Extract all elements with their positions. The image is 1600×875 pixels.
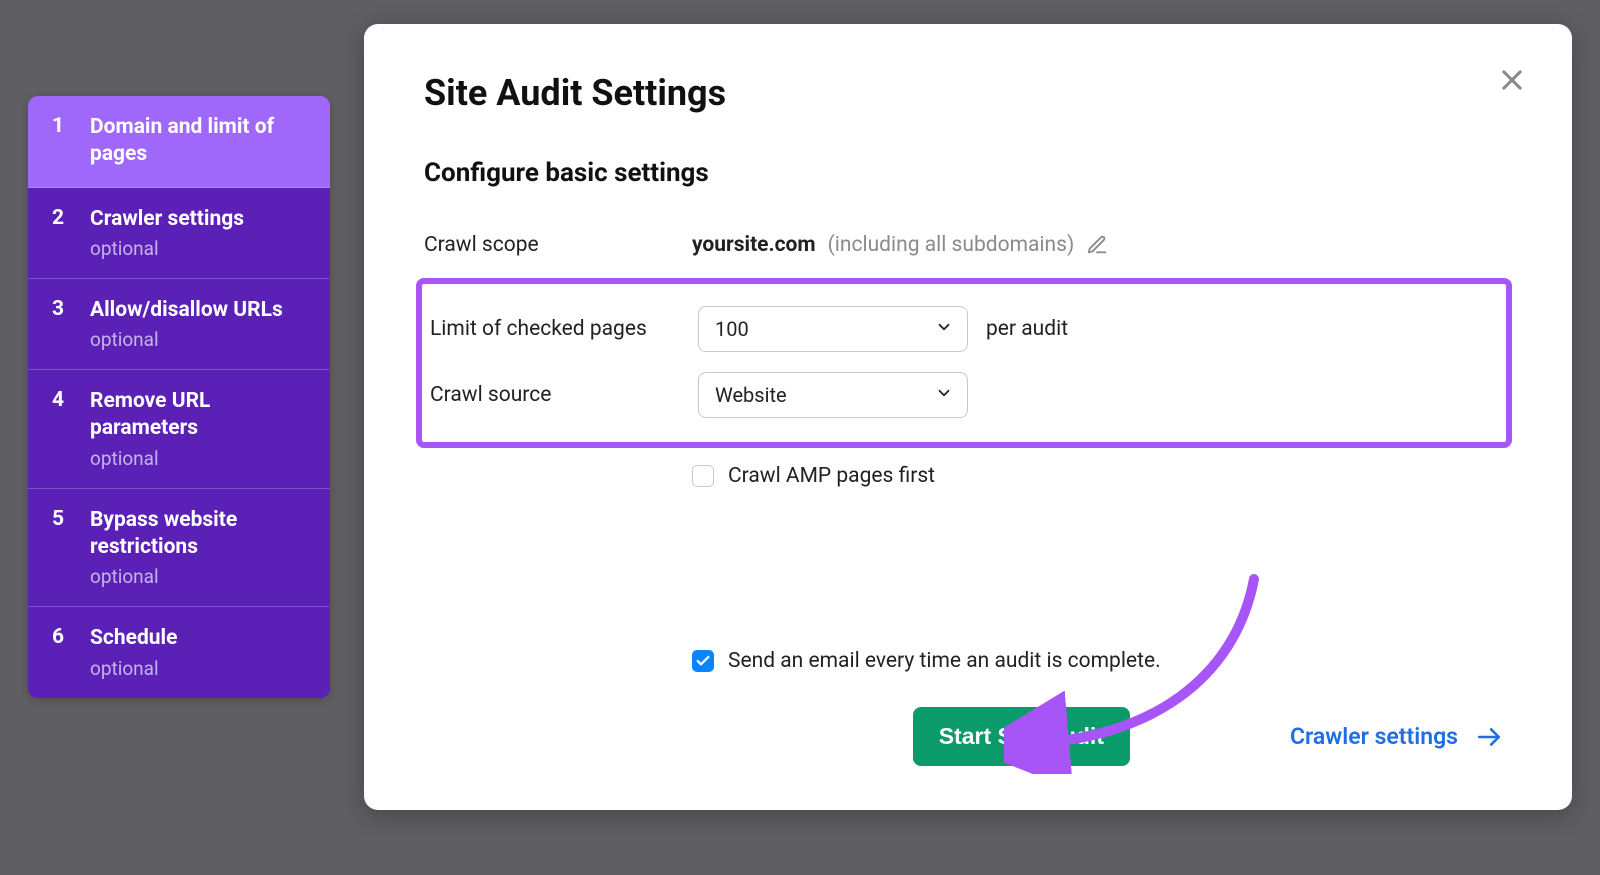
- nav-step-sublabel: optional: [90, 447, 308, 470]
- email-notify-checkbox[interactable]: [692, 650, 714, 672]
- email-notify-label: Send an email every time an audit is com…: [728, 649, 1161, 673]
- crawler-settings-link[interactable]: Crawler settings: [1290, 723, 1502, 750]
- crawl-amp-row: Crawl AMP pages first: [424, 464, 1512, 488]
- nav-step-number: 5: [52, 507, 70, 531]
- site-audit-settings-modal: Site Audit Settings Configure basic sett…: [364, 24, 1572, 810]
- crawler-settings-link-label: Crawler settings: [1290, 723, 1458, 750]
- nav-step-5[interactable]: 5 Bypass website restrictions optional: [28, 489, 330, 608]
- nav-step-label: Domain and limit of pages: [90, 114, 308, 169]
- modal-subtitle: Configure basic settings: [424, 158, 1512, 188]
- nav-step-label: Bypass website restrictions: [90, 507, 308, 562]
- nav-step-3[interactable]: 3 Allow/disallow URLs optional: [28, 279, 330, 370]
- nav-step-label: Remove URL parameters: [90, 388, 308, 443]
- nav-step-sublabel: optional: [90, 328, 283, 351]
- nav-step-number: 2: [52, 206, 70, 230]
- crawl-scope-domain: yoursite.com: [692, 233, 816, 257]
- limit-label: Limit of checked pages: [430, 317, 698, 341]
- crawl-scope-label: Crawl scope: [424, 233, 692, 257]
- edit-scope-button[interactable]: [1086, 234, 1108, 256]
- arrow-right-icon: [1476, 724, 1502, 750]
- nav-step-6[interactable]: 6 Schedule optional: [28, 607, 330, 697]
- limit-row: Limit of checked pages 100 per audit: [428, 296, 1500, 362]
- limit-select-value: 100: [715, 317, 749, 341]
- limit-unit: per audit: [986, 317, 1068, 341]
- close-icon: [1498, 66, 1526, 94]
- crawl-scope-row: Crawl scope yoursite.com (including all …: [424, 222, 1512, 268]
- pencil-icon: [1086, 234, 1108, 256]
- crawl-source-row: Crawl source Website: [428, 362, 1500, 428]
- settings-steps-nav: 1 Domain and limit of pages 2 Crawler se…: [28, 96, 330, 698]
- nav-step-number: 4: [52, 388, 70, 412]
- annotation-highlight: Limit of checked pages 100 per audit Cra…: [416, 278, 1512, 448]
- crawl-amp-label: Crawl AMP pages first: [728, 464, 935, 488]
- chevron-down-icon: [935, 383, 953, 407]
- email-notify-row: Send an email every time an audit is com…: [424, 649, 1512, 673]
- crawl-source-label: Crawl source: [430, 383, 698, 407]
- check-icon: [695, 653, 711, 669]
- nav-step-sublabel: optional: [90, 237, 244, 260]
- crawl-source-select[interactable]: Website: [698, 372, 968, 418]
- nav-step-label: Allow/disallow URLs: [90, 297, 283, 324]
- crawl-scope-note: (including all subdomains): [828, 233, 1075, 257]
- start-site-audit-button[interactable]: Start Site Audit: [913, 707, 1130, 766]
- nav-step-2[interactable]: 2 Crawler settings optional: [28, 188, 330, 279]
- modal-title: Site Audit Settings: [424, 72, 1512, 114]
- nav-step-number: 1: [52, 114, 70, 138]
- nav-step-label: Crawler settings: [90, 206, 244, 233]
- limit-select[interactable]: 100: [698, 306, 968, 352]
- crawl-source-value: Website: [715, 383, 787, 407]
- nav-step-label: Schedule: [90, 625, 177, 652]
- nav-step-4[interactable]: 4 Remove URL parameters optional: [28, 370, 330, 489]
- crawl-amp-checkbox[interactable]: [692, 465, 714, 487]
- close-button[interactable]: [1494, 62, 1530, 98]
- crawl-scope-value: yoursite.com (including all subdomains): [692, 233, 1074, 257]
- nav-step-sublabel: optional: [90, 565, 308, 588]
- nav-step-1[interactable]: 1 Domain and limit of pages: [28, 96, 330, 188]
- nav-step-sublabel: optional: [90, 657, 177, 680]
- nav-step-number: 3: [52, 297, 70, 321]
- chevron-down-icon: [935, 317, 953, 341]
- nav-step-number: 6: [52, 625, 70, 649]
